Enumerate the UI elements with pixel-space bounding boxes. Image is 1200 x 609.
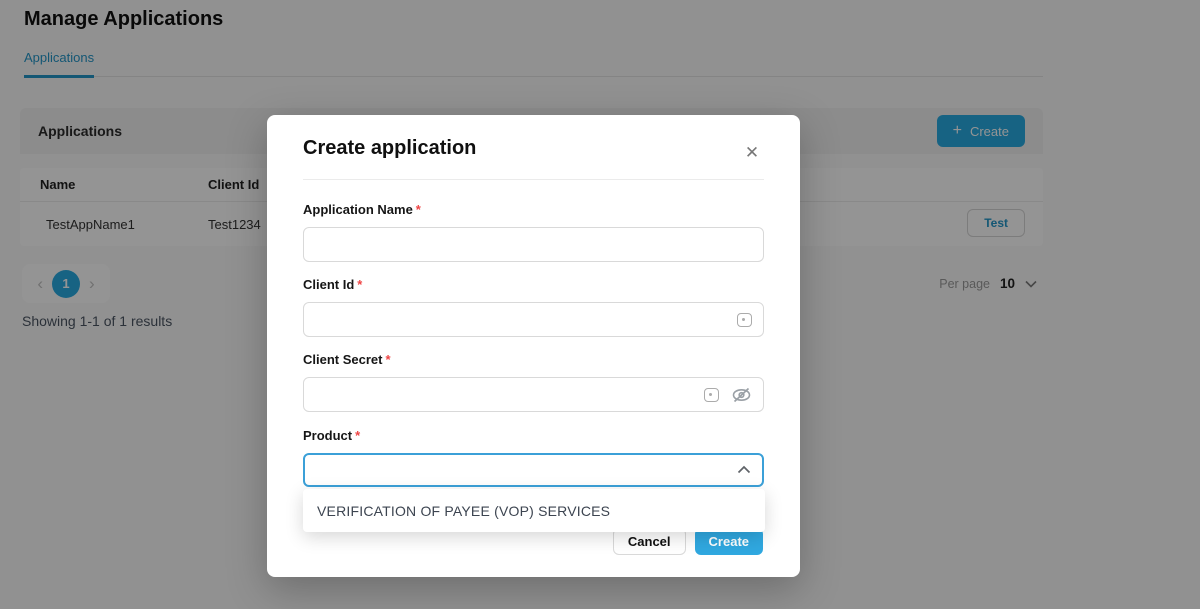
eye-off-icon[interactable] — [731, 386, 752, 404]
product-dropdown-list: VERIFICATION OF PAYEE (VOP) SERVICES — [303, 489, 765, 532]
autofill-icon[interactable] — [737, 313, 752, 327]
application-name-field-group: Application Name* — [303, 201, 764, 262]
required-asterisk: * — [385, 352, 390, 367]
client-secret-label: Client Secret — [303, 352, 382, 367]
client-id-field-group: Client Id* — [303, 276, 764, 337]
client-secret-input[interactable] — [303, 377, 764, 412]
application-name-input[interactable] — [303, 227, 764, 262]
modal-footer: Cancel Create — [613, 528, 763, 555]
modal-title: Create application — [303, 137, 476, 160]
create-application-modal: Create application ✕ Application Name* C… — [267, 115, 800, 577]
dropdown-option-vop-services[interactable]: VERIFICATION OF PAYEE (VOP) SERVICES — [303, 503, 765, 519]
autofill-icon[interactable] — [704, 388, 719, 402]
modal-title-divider — [303, 179, 764, 180]
product-select[interactable] — [303, 453, 764, 487]
chevron-up-icon — [737, 466, 751, 475]
close-icon[interactable]: ✕ — [740, 141, 764, 165]
cancel-button[interactable]: Cancel — [613, 528, 686, 555]
client-id-input[interactable] — [303, 302, 764, 337]
required-asterisk: * — [416, 202, 421, 217]
modal-create-button[interactable]: Create — [695, 528, 763, 555]
client-secret-field-group: Client Secret* — [303, 351, 764, 412]
product-field-group: Product* — [303, 427, 764, 487]
application-name-label: Application Name — [303, 202, 413, 217]
client-id-label: Client Id — [303, 277, 354, 292]
required-asterisk: * — [357, 277, 362, 292]
required-asterisk: * — [355, 428, 360, 443]
product-label: Product — [303, 428, 352, 443]
